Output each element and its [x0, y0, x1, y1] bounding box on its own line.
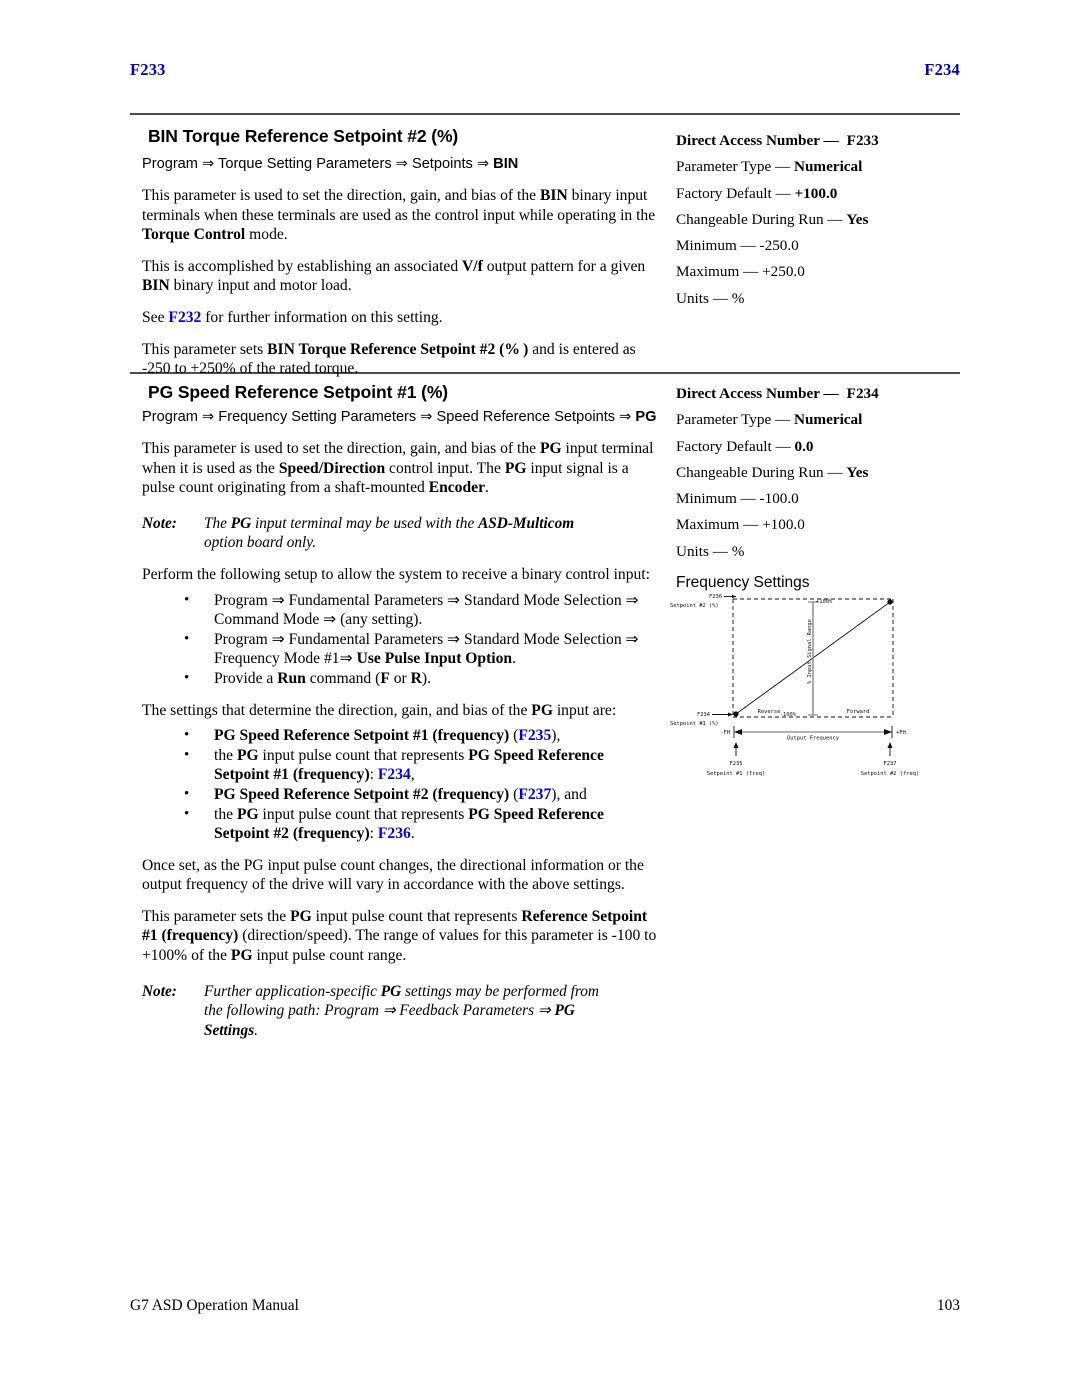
list-item: Program ⇒ Fundamental Parameters ⇒ Stand… — [142, 630, 658, 669]
spec-maximum-value: +250.0 — [762, 263, 805, 281]
paragraph-pg-settings-intro: The settings that determine the directio… — [142, 701, 617, 719]
note-pg-multicom: Note: The PG input terminal may be used … — [142, 514, 658, 553]
footer-manual-title: G7 ASD Operation Manual — [130, 1297, 299, 1314]
section-title-f234: PG Speed Reference Setpoint #1 (%) — [148, 382, 449, 402]
paragraph-bin-2: This is accomplished by establishing an … — [142, 257, 646, 295]
paragraph-bin-1: This parameter is used to set the direct… — [142, 187, 656, 244]
spec-direct-access-value: F234 — [846, 385, 879, 402]
page-footer: G7 ASD Operation Manual 103 — [130, 1297, 960, 1315]
list-item: PG Speed Reference Setpoint #1 (frequenc… — [142, 726, 658, 746]
paragraph-pg-2: Once set, as the PG input pulse count ch… — [142, 856, 644, 894]
spec-minimum: Minimum — -100.0 — [676, 490, 799, 508]
diagram-sub-f237: Setpoint #2 (freq) — [861, 771, 919, 777]
diagram-sub-f236: Setpoint #2 (%) — [670, 603, 719, 609]
spec-minimum-value: -100.0 — [759, 490, 799, 508]
menu-path-bin: Program ⇒ Torque Setting Parameters ⇒ Se… — [142, 156, 519, 172]
footer-page-number: 103 — [936, 1297, 960, 1314]
spec-units: Units — % — [676, 542, 745, 560]
section-divider-1 — [130, 113, 960, 115]
spec-maximum-value: +100.0 — [762, 516, 805, 534]
x-axis-left-label: -FH — [720, 730, 730, 736]
paragraph-bin-4: This parameter sets BIN Torque Reference… — [142, 340, 636, 378]
spec-maximum: Maximum — +250.0 — [676, 263, 805, 281]
spec-changeable-during-run: Changeable During Run — Yes — [676, 463, 869, 481]
section-title-f233: BIN Torque Reference Setpoint #2 (%) — [148, 126, 459, 146]
settings-bullet-list: PG Speed Reference Setpoint #1 (frequenc… — [142, 726, 658, 844]
spec-minimum-value: -250.0 — [759, 237, 799, 255]
spec-factory-default: Factory Default — 0.0 — [676, 437, 814, 455]
note-label-1: Note: — [142, 514, 177, 532]
cross-reference-f235[interactable]: F235 — [518, 727, 551, 744]
spec-list-f233: Direct Access Number — F233 Parameter Typ… — [676, 128, 966, 312]
diagram-param-f236: F236 — [709, 594, 722, 600]
spec-parameter-type-value: Numerical — [794, 158, 863, 176]
diagram-sub-f234: Setpoint #1 (%) — [670, 721, 719, 727]
spec-parameter-type-value: Numerical — [794, 411, 863, 429]
paragraph-pg-1: This parameter is used to set the direct… — [142, 440, 654, 497]
note-text-1: The PG input terminal may be used with t… — [204, 514, 575, 552]
output-frequency-axis: -FH +FH Output Frequency — [720, 726, 906, 742]
forward-label: Forward — [847, 709, 870, 715]
running-head-right: F234 — [924, 60, 960, 79]
paragraph-bin-3: See F232 for further information on this… — [142, 308, 443, 326]
diagram-sub-f235: Setpoint #1 (freq) — [707, 771, 765, 777]
spec-changeable-value: Yes — [846, 210, 869, 228]
diagram-param-f234: F234 — [697, 712, 710, 718]
y-axis-label: % Input Signal Range — [807, 619, 813, 684]
running-head: F233 F234 — [130, 60, 960, 80]
spec-changeable-value: Yes — [846, 463, 869, 481]
note-pg-feedback: Note: Further application-specific PG se… — [142, 982, 658, 1041]
x-axis-label: Output Frequency — [787, 736, 840, 742]
spec-units-value: % — [731, 289, 745, 307]
menu-path-pg: Program ⇒ Frequency Setting Parameters ⇒… — [142, 409, 657, 425]
y-axis-top-label: +100% — [816, 599, 833, 605]
list-item: PG Speed Reference Setpoint #2 (frequenc… — [142, 785, 658, 805]
cross-reference-f232[interactable]: F232 — [168, 309, 201, 326]
diagram-param-f235: F235 — [730, 761, 743, 767]
menu-path-pg-target: PG — [635, 409, 657, 425]
menu-path-bin-target: BIN — [493, 156, 519, 172]
setpoint-1-marker — [733, 711, 739, 717]
spec-maximum: Maximum — +100.0 — [676, 516, 805, 534]
diagram-param-f237: F237 — [884, 761, 897, 767]
cross-reference-f234[interactable]: F234 — [378, 766, 411, 783]
reverse-label: Reverse — [758, 709, 781, 715]
setup-bullet-list: Program ⇒ Fundamental Parameters ⇒ Stand… — [142, 591, 658, 689]
section-1-body: Program ⇒ Torque Setting Parameters ⇒ Se… — [142, 155, 658, 379]
note-label-2: Note: — [142, 982, 177, 1000]
list-item: the PG input pulse count that represents… — [142, 746, 658, 785]
x-axis-right-label: +FH — [896, 730, 906, 736]
paragraph-pg-setup-intro: Perform the following setup to allow the… — [142, 565, 650, 583]
running-head-left: F233 — [130, 60, 166, 79]
frequency-settings-diagram: % Input Signal Range +100% -100% Reverse… — [668, 586, 958, 781]
note-text-2: Further application-specific PG settings… — [204, 982, 599, 1039]
cross-reference-f237[interactable]: F237 — [518, 786, 551, 803]
list-item: Provide a Run command (F or R). — [142, 669, 658, 689]
spec-factory-default-value: 0.0 — [794, 437, 814, 455]
section-2-body: Program ⇒ Frequency Setting Parameters ⇒… — [142, 408, 658, 1040]
spec-direct-access-value: F233 — [846, 132, 879, 149]
spec-list-f234: Direct Access Number — F234 Parameter Typ… — [676, 381, 966, 596]
spec-direct-access-number: Direct Access Number — F234 — [676, 385, 879, 402]
spec-units: Units — % — [676, 289, 745, 307]
spec-direct-access-number: Direct Access Number — F233 — [676, 132, 879, 149]
spec-factory-default: Factory Default — +100.0 — [676, 184, 838, 202]
paragraph-pg-3: This parameter sets the PG input pulse c… — [142, 907, 657, 965]
list-item: the PG input pulse count that represents… — [142, 805, 658, 844]
spec-parameter-type: Parameter Type — Numerical — [676, 158, 863, 176]
spec-parameter-type: Parameter Type — Numerical — [676, 411, 863, 429]
bottom-tick-pointers — [733, 742, 893, 756]
spec-factory-default-value: +100.0 — [794, 184, 838, 202]
spec-changeable-during-run: Changeable During Run — Yes — [676, 210, 869, 228]
list-item: Program ⇒ Fundamental Parameters ⇒ Stand… — [142, 591, 658, 630]
setpoint-2-marker — [887, 599, 893, 605]
y-axis-bottom-label: -100% — [780, 712, 797, 718]
cross-reference-f236[interactable]: F236 — [378, 825, 411, 842]
spec-units-value: % — [731, 542, 745, 560]
manual-page: F233 F234 BIN Torque Reference Setpoint … — [0, 0, 1080, 1397]
spec-minimum: Minimum — -250.0 — [676, 237, 799, 255]
